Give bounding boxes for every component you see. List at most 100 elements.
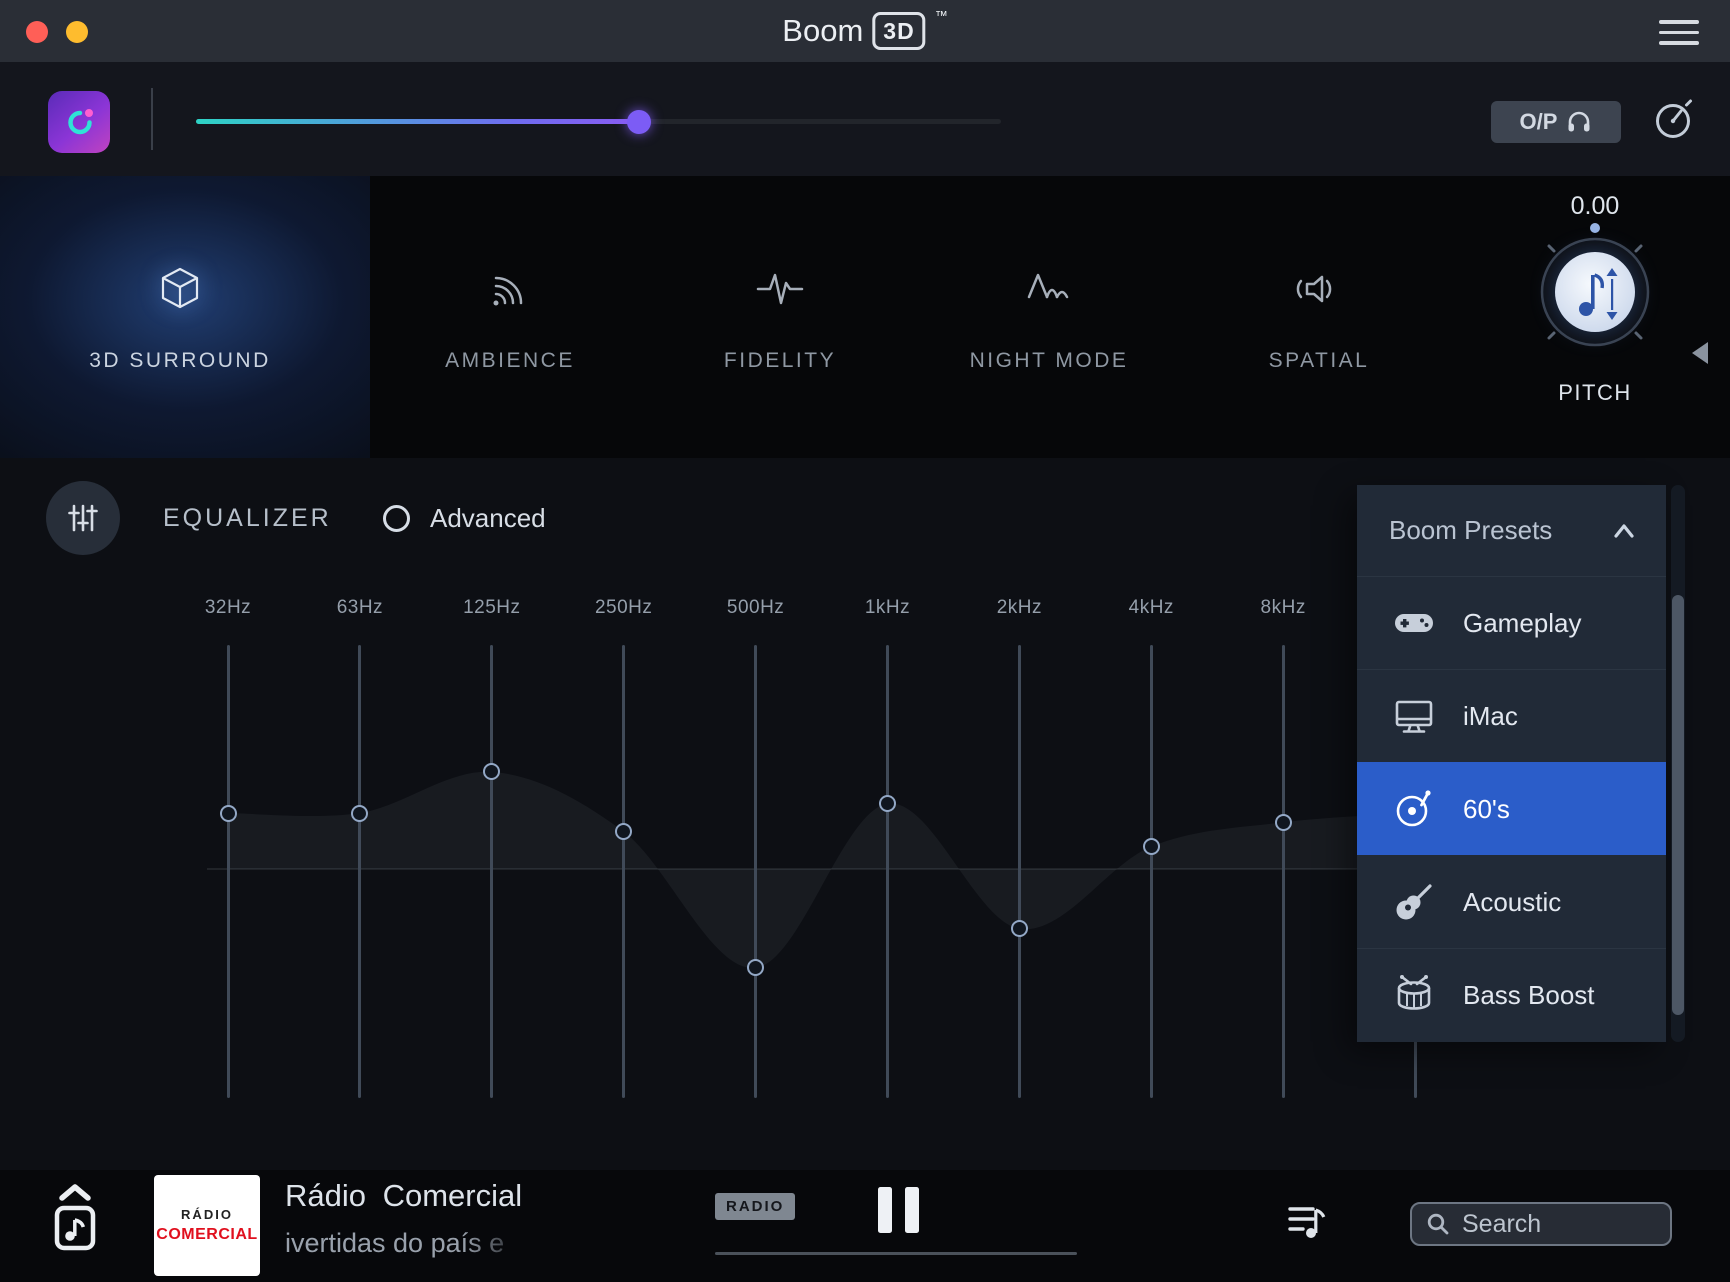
- boom3d-window: Boom 3D ™ O/P: [0, 0, 1730, 1282]
- audio-source-button[interactable]: [48, 1182, 102, 1263]
- eq-band-handle[interactable]: [747, 959, 764, 976]
- preset-item-imac[interactable]: iMac: [1357, 669, 1666, 762]
- pulse-icon: [752, 261, 808, 317]
- tab-ambience[interactable]: AMBIENCE: [400, 176, 620, 458]
- preset-item-acoustic[interactable]: Acoustic: [1357, 855, 1666, 948]
- collapse-presets-button[interactable]: [1608, 517, 1640, 545]
- eq-band-handle[interactable]: [1143, 838, 1160, 855]
- close-button[interactable]: [26, 21, 48, 43]
- volume-fill: [196, 119, 639, 124]
- freq-label: 500Hz: [711, 597, 801, 619]
- eq-band-handle[interactable]: [483, 763, 500, 780]
- volume-track[interactable]: [196, 119, 1001, 124]
- preset-item-60s[interactable]: 60's: [1357, 762, 1666, 855]
- drum-icon: [1391, 972, 1437, 1018]
- eq-band-handle[interactable]: [615, 823, 632, 840]
- freq-label: 125Hz: [447, 597, 537, 619]
- boom-presets-panel: Boom Presets Gamepl: [1357, 485, 1666, 1042]
- divider: [151, 88, 153, 150]
- tab-label: AMBIENCE: [445, 349, 575, 373]
- presets-title: Boom Presets: [1389, 515, 1552, 546]
- tab-night-mode[interactable]: NIGHT MODE: [939, 176, 1159, 458]
- search-box[interactable]: [1410, 1202, 1672, 1246]
- monitor-icon: [1391, 693, 1437, 739]
- pitch-knob[interactable]: [1520, 217, 1670, 372]
- scrollbar-thumb[interactable]: [1672, 595, 1684, 1015]
- eq-band-slider[interactable]: [754, 645, 757, 1098]
- preset-label: Acoustic: [1463, 887, 1561, 918]
- tab-label: SPATIAL: [1269, 349, 1370, 373]
- track-subtitle: ivertidas do país e: [285, 1228, 543, 1264]
- app-title-3d-badge: 3D: [872, 12, 925, 50]
- preset-item-gameplay[interactable]: Gameplay: [1357, 576, 1666, 669]
- eq-band-slider[interactable]: [358, 645, 361, 1098]
- titlebar: Boom 3D ™: [0, 0, 1730, 62]
- vinyl-icon: [1391, 786, 1437, 832]
- cube-icon: [152, 261, 208, 317]
- tab-3d-surround[interactable]: 3D SURROUND: [75, 176, 285, 458]
- preset-item-bass-boost[interactable]: Bass Boost: [1357, 948, 1666, 1041]
- freq-label: 250Hz: [579, 597, 669, 619]
- eq-band-slider[interactable]: [886, 645, 889, 1098]
- equalizer-icon: [46, 481, 120, 555]
- output-device-button[interactable]: O/P: [1491, 101, 1621, 143]
- freq-label: 2kHz: [974, 597, 1064, 619]
- tab-fidelity[interactable]: FIDELITY: [670, 176, 890, 458]
- speaker-icon: [1291, 261, 1347, 317]
- gamepad-icon: [1391, 600, 1437, 646]
- eq-band-slider[interactable]: [622, 645, 625, 1098]
- tab-label: FIDELITY: [724, 349, 836, 373]
- track-title: Rádio Comercial: [285, 1178, 522, 1214]
- eq-band-slider[interactable]: [490, 645, 493, 1098]
- freq-label: 63Hz: [315, 597, 405, 619]
- app-title: Boom 3D ™: [782, 0, 947, 62]
- freq-label: 8kHz: [1238, 597, 1328, 619]
- pitch-control: 0.00: [1500, 176, 1690, 458]
- eq-band-slider[interactable]: [1150, 645, 1153, 1098]
- volume-slider[interactable]: [196, 110, 1001, 134]
- pause-button[interactable]: [878, 1187, 919, 1233]
- minimize-button[interactable]: [66, 21, 88, 43]
- advanced-label: Advanced: [430, 503, 546, 534]
- menu-button[interactable]: [1659, 20, 1699, 45]
- album-art: RÁDIO COMERCIAL: [154, 1175, 260, 1276]
- headphones-icon: [1566, 109, 1592, 135]
- player-bar: RÁDIO COMERCIAL Rádio Comercial ivertida…: [0, 1170, 1730, 1282]
- wave-icon: [1021, 261, 1077, 317]
- seek-bar[interactable]: [715, 1252, 1077, 1255]
- freq-label: 4kHz: [1106, 597, 1196, 619]
- eq-band-slider[interactable]: [1282, 645, 1285, 1098]
- volume-thumb[interactable]: [627, 110, 651, 134]
- queue-button[interactable]: [1286, 1200, 1330, 1244]
- search-icon: [1426, 1212, 1450, 1236]
- effects-tab-bar: 3D SURROUND AMBIENCE FIDELITY: [0, 176, 1730, 458]
- eq-band-slider[interactable]: [227, 645, 230, 1098]
- eq-band-handle[interactable]: [879, 795, 896, 812]
- tab-label: 3D SURROUND: [89, 349, 271, 373]
- eq-band-handle[interactable]: [351, 805, 368, 822]
- presets-header: Boom Presets: [1357, 485, 1666, 576]
- tab-label: NIGHT MODE: [970, 349, 1129, 373]
- output-device-label: O/P: [1520, 109, 1558, 135]
- trademark: ™: [935, 8, 948, 23]
- album-art-line1: RÁDIO: [181, 1207, 233, 1222]
- preset-label: 60's: [1463, 794, 1510, 825]
- tab-spatial[interactable]: SPATIAL: [1209, 176, 1429, 458]
- boom-logo-icon[interactable]: [48, 91, 110, 153]
- eq-band-handle[interactable]: [220, 805, 237, 822]
- eq-band-handle[interactable]: [1275, 814, 1292, 831]
- pitch-panel-arrow[interactable]: [1692, 342, 1708, 364]
- eq-band-slider[interactable]: [1018, 645, 1021, 1098]
- search-input[interactable]: [1460, 1209, 1644, 1240]
- freq-label: 32Hz: [183, 597, 273, 619]
- freq-label: 1kHz: [843, 597, 933, 619]
- pitch-label: PITCH: [1520, 380, 1670, 406]
- advanced-radio[interactable]: [383, 505, 410, 532]
- eq-band-handle[interactable]: [1011, 920, 1028, 937]
- app-title-text: Boom: [782, 13, 863, 49]
- preset-label: iMac: [1463, 701, 1518, 732]
- album-art-line2: COMERCIAL: [156, 1226, 257, 1244]
- presets-scrollbar[interactable]: [1671, 485, 1685, 1042]
- intensity-dial-icon[interactable]: [1652, 96, 1698, 142]
- text-fade: [463, 1228, 543, 1264]
